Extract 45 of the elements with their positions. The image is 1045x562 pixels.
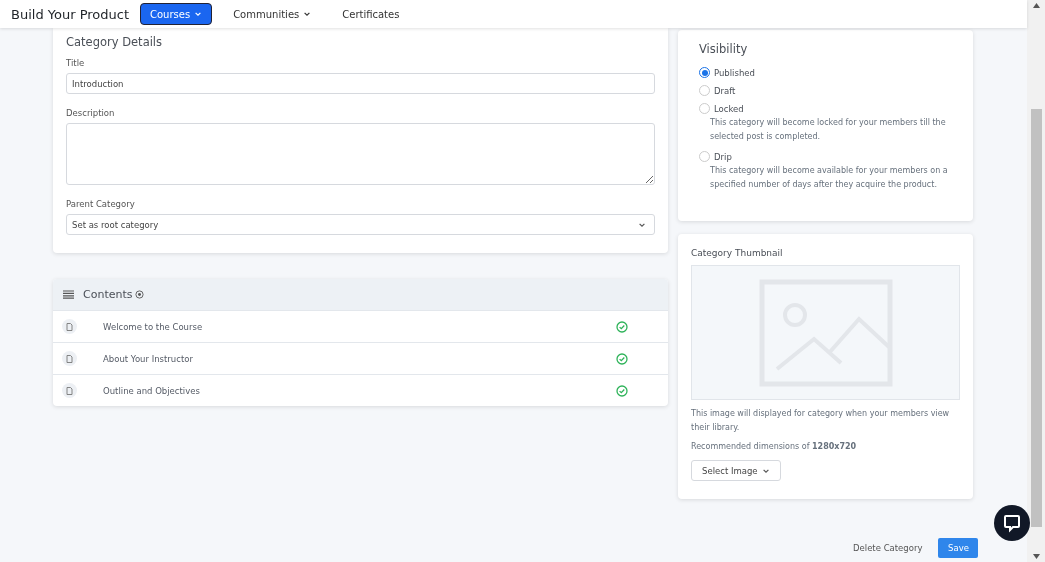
radio-label: Draft bbox=[714, 85, 736, 96]
radio-button[interactable] bbox=[699, 103, 710, 114]
field-label: Title bbox=[66, 58, 86, 68]
menu-icon[interactable] bbox=[63, 290, 74, 299]
section-heading: Category Details bbox=[66, 35, 164, 49]
nav-tab[interactable]: Communities bbox=[223, 3, 322, 25]
parent-category-select[interactable]: Set as root category bbox=[66, 214, 655, 235]
nav-tab[interactable]: Certificates bbox=[332, 3, 410, 25]
document-icon bbox=[62, 351, 77, 366]
radio-button[interactable] bbox=[699, 85, 710, 96]
nav-tab[interactable]: Courses bbox=[140, 3, 213, 25]
document-icon bbox=[62, 319, 77, 334]
chat-button[interactable] bbox=[994, 505, 1030, 541]
title-input[interactable]: Introduction bbox=[66, 73, 655, 94]
content-title: Welcome to the Course bbox=[103, 321, 204, 332]
option-description: This category will become locked for your members till the selected post is completed. bbox=[709, 117, 947, 143]
section-heading: Visibility bbox=[699, 42, 749, 56]
radio-label: Published bbox=[714, 67, 755, 78]
circle-dot-icon[interactable] bbox=[135, 290, 145, 299]
content-title: Outline and Objectives bbox=[103, 385, 201, 396]
content-title: About Your Instructor bbox=[103, 353, 194, 364]
contents-heading: Contents bbox=[83, 288, 133, 301]
thumbnail-note: This image will displayed for category when your members view their library. bbox=[691, 408, 951, 434]
radio-button[interactable] bbox=[699, 67, 710, 78]
radio-label: Locked bbox=[714, 103, 744, 114]
content-row[interactable]: About Your Instructor bbox=[53, 342, 668, 374]
app-title: Build Your Product bbox=[11, 6, 129, 22]
scrollbar[interactable] bbox=[1027, 0, 1045, 562]
option-description: This category will become available for your members on a specified number of days after they acquire the product. bbox=[709, 165, 949, 191]
document-icon bbox=[62, 383, 77, 398]
chat-bubble-icon bbox=[1002, 513, 1022, 533]
content-row[interactable]: Welcome to the Course bbox=[53, 310, 668, 342]
radio-button[interactable] bbox=[699, 151, 710, 162]
scroll-up-icon[interactable] bbox=[1032, 3, 1040, 8]
scroll-down-icon[interactable] bbox=[1032, 554, 1040, 559]
section-heading: Category Thumbnail bbox=[691, 248, 784, 258]
description-input[interactable] bbox=[66, 123, 655, 185]
radio-label: Drip bbox=[714, 151, 732, 162]
save-button[interactable]: Save bbox=[938, 538, 979, 558]
content-row[interactable]: Outline and Objectives bbox=[53, 374, 668, 406]
field-label: Parent Category bbox=[66, 199, 136, 209]
select-image-button[interactable]: Select Image bbox=[691, 460, 781, 481]
delete-category-button[interactable]: Delete Category bbox=[849, 543, 927, 553]
field-label: Description bbox=[66, 108, 116, 118]
dimensions-note: Recommended dimensions of 1280x720 bbox=[691, 442, 858, 451]
